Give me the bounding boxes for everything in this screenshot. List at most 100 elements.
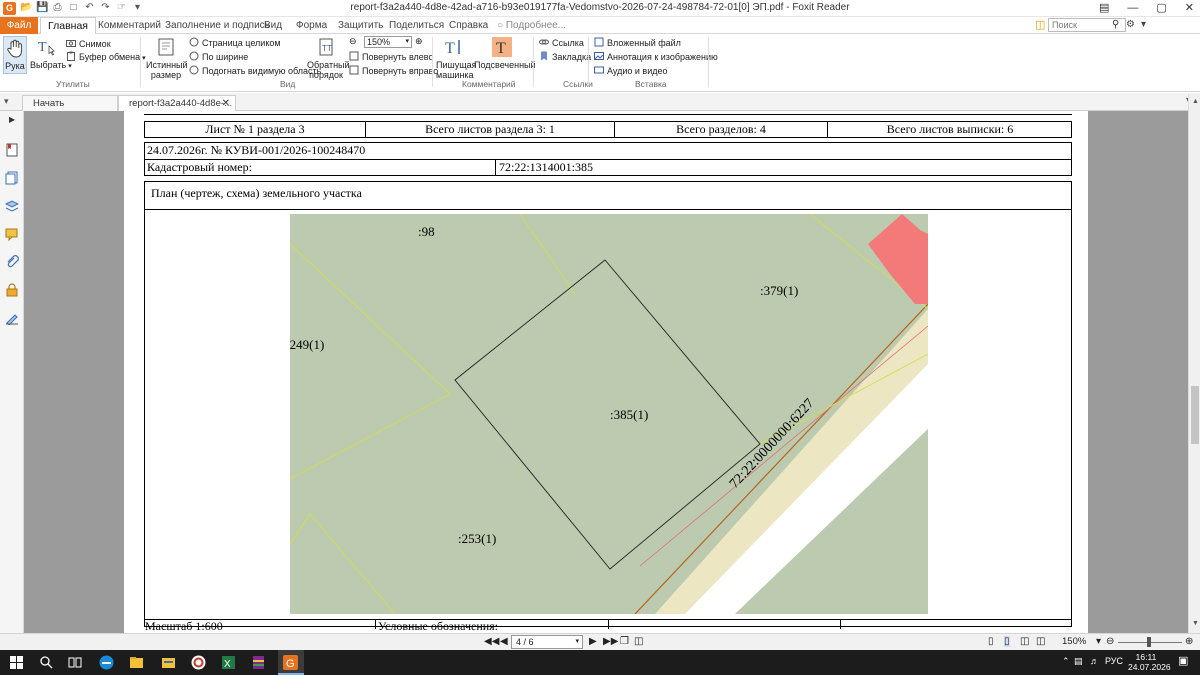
tab-help[interactable]: Справка — [449, 17, 488, 34]
vertical-scrollbar[interactable]: ▲ ▼ — [1188, 94, 1200, 633]
ribbon-toggle-icon[interactable]: ▤ — [1099, 0, 1109, 17]
scroll-down-icon[interactable]: ▼ — [1192, 620, 1199, 627]
first-page-icon[interactable]: ◀◀ — [484, 636, 499, 647]
single-page-icon[interactable]: ▯ — [988, 636, 994, 647]
next-page-icon[interactable]: ▶ — [589, 636, 597, 647]
search-taskbar-icon[interactable] — [38, 654, 55, 671]
winrar-icon[interactable] — [250, 654, 267, 671]
network-icon[interactable]: ▤ — [1074, 656, 1083, 667]
security-panel-icon[interactable] — [5, 283, 19, 297]
signatures-panel-icon[interactable] — [5, 311, 19, 325]
rotate-left-button[interactable]: Повернуть влево — [349, 51, 433, 62]
cell-divider — [495, 159, 496, 176]
keyboard-language[interactable]: РУС — [1105, 656, 1123, 666]
layers-panel-icon[interactable] — [5, 199, 19, 213]
tab-protect[interactable]: Защитить — [338, 17, 383, 34]
scroll-up-icon[interactable]: ▲ — [1192, 98, 1199, 105]
windows-start-icon[interactable] — [8, 654, 25, 671]
actual-size-button[interactable]: Истинный размер — [146, 36, 188, 80]
minimize-icon[interactable]: — — [1127, 0, 1138, 17]
rotate-right-button[interactable]: Повернуть вправо — [349, 65, 438, 76]
document-tabs: ▾ Начать report-f3a2a440-4d8e-... ✕ ▾ — [0, 93, 1200, 111]
typewriter-button[interactable]: T Пишущая машинка — [436, 36, 477, 80]
fit-width-icon — [189, 51, 199, 61]
comments-panel-icon[interactable] — [5, 227, 19, 241]
fit-page-button[interactable]: Страница целиком — [189, 37, 281, 48]
label-parcel-379: :379(1) — [760, 283, 798, 298]
bookmark-button[interactable]: Закладка — [539, 51, 591, 62]
tab-share[interactable]: Поделиться — [389, 17, 444, 34]
bookmarks-panel-icon[interactable] — [5, 143, 19, 157]
facing-pages-icon[interactable]: ◫ — [1020, 636, 1029, 647]
tab-form[interactable]: Форма — [296, 17, 327, 34]
tell-me[interactable]: ○ Подробнее... — [497, 17, 566, 34]
continuous-facing-icon[interactable]: ◫ — [1036, 636, 1045, 647]
tab-comment[interactable]: Комментарий — [98, 17, 161, 34]
highlight-button[interactable]: T Подсвеченный — [474, 36, 536, 70]
continuous-page-icon[interactable]: ▯ — [1004, 636, 1010, 647]
search-icon[interactable]: ⚲ — [1112, 19, 1119, 30]
snapshot-button[interactable]: Снимок — [66, 38, 111, 49]
zoom-in-status-icon[interactable]: ⊕ — [1185, 636, 1193, 647]
scrollbar-thumb[interactable] — [1191, 386, 1199, 444]
zoom-slider-thumb[interactable] — [1147, 637, 1151, 647]
tab-document[interactable]: report-f3a2a440-4d8e-... ✕ — [118, 95, 236, 111]
volume-icon[interactable]: ♬ — [1090, 656, 1099, 666]
view-pages-icon[interactable]: ❐ — [620, 636, 629, 647]
embedded-file-label: Вложенный файл — [607, 38, 681, 48]
tab-start-page[interactable]: Начать — [22, 95, 118, 111]
audio-video-label: Аудио и видео — [607, 66, 668, 76]
show-hidden-icons[interactable]: ⌃ — [1062, 656, 1070, 667]
link-button[interactable]: Ссылка — [539, 37, 584, 48]
tab-home[interactable]: Главная — [40, 17, 96, 34]
image-annotation-button[interactable]: Аннотация к изображению — [594, 51, 718, 62]
embedded-file-button[interactable]: Вложенный файл — [594, 37, 681, 48]
close-tab-icon[interactable]: ✕ — [222, 96, 230, 111]
view-mode-icon[interactable]: ◫ — [634, 636, 643, 647]
excel-icon[interactable]: X — [220, 654, 237, 671]
reverse-order-label-2: порядок — [309, 70, 343, 80]
gear-icon[interactable]: ⚙ — [1126, 19, 1135, 30]
svg-text:T: T — [38, 40, 47, 55]
notifications-icon[interactable]: ▣ — [1178, 654, 1188, 667]
svg-text:X: X — [224, 659, 231, 670]
favorite-folder-icon[interactable]: ◫ — [1035, 18, 1045, 31]
fit-width-button[interactable]: По ширине — [189, 51, 248, 62]
zoom-select[interactable]: 150% ▾ — [364, 36, 412, 48]
tab-list-chevron-icon[interactable]: ▾ — [4, 96, 9, 107]
close-icon[interactable]: ✕ — [1185, 0, 1194, 17]
zoom-out-status-icon[interactable]: ⊖ — [1106, 636, 1114, 647]
tab-fill-sign[interactable]: Заполнение и подпись — [165, 17, 270, 34]
maximize-icon[interactable]: ▢ — [1156, 0, 1166, 17]
group-label-comments: Комментарий — [462, 79, 516, 89]
folder-app-icon[interactable] — [160, 654, 177, 671]
attachments-panel-icon[interactable] — [5, 255, 19, 269]
fit-visible-button[interactable]: Подогнать видимую область — [189, 65, 321, 76]
task-view-icon[interactable] — [66, 654, 83, 671]
previous-page-icon[interactable]: ◀ — [500, 636, 508, 647]
hand-tool-button[interactable]: Рука — [3, 36, 27, 74]
edge-browser-icon[interactable] — [98, 654, 115, 671]
last-page-icon[interactable]: ▶▶ — [603, 636, 618, 647]
clock[interactable]: 16:11 24.07.2026 — [1128, 652, 1171, 672]
expand-panel-icon[interactable]: ▶ — [9, 115, 15, 124]
zoom-menu-icon[interactable]: ▾ — [1096, 636, 1101, 647]
document-viewport[interactable]: Лист № 1 раздела 3 Всего листов раздела … — [24, 111, 1188, 633]
tab-file[interactable]: Файл — [0, 17, 38, 34]
page-number-input[interactable]: 4 / 6 ▾ — [511, 635, 583, 649]
pages-panel-icon[interactable] — [5, 171, 19, 185]
foxit-taskbar-button[interactable]: G — [278, 650, 304, 675]
audio-video-button[interactable]: Аудио и видео — [594, 65, 668, 76]
reverse-order-button[interactable]: TT Обратный порядок — [307, 36, 350, 80]
window-title: report-f3a2a440-4d8e-42ad-a716-b93e01917… — [350, 2, 850, 13]
tab-view[interactable]: Вид — [264, 17, 282, 34]
extract-date-number: 24.07.2026г. № КУВИ-001/2026-100248470 — [147, 143, 366, 157]
zoom-out-icon[interactable]: ⊖ — [349, 36, 357, 47]
lightbulb-icon: ○ — [497, 20, 504, 31]
app-g-icon[interactable] — [190, 654, 207, 671]
file-explorer-icon[interactable] — [128, 654, 145, 671]
zoom-in-icon[interactable]: ⊕ — [415, 36, 423, 47]
chevron-down-icon[interactable]: ▾ — [1141, 19, 1146, 30]
clipboard-button[interactable]: Буфер обмена ▾ — [66, 51, 146, 62]
select-tool-button[interactable]: T Выбрать ▾ — [30, 36, 72, 74]
